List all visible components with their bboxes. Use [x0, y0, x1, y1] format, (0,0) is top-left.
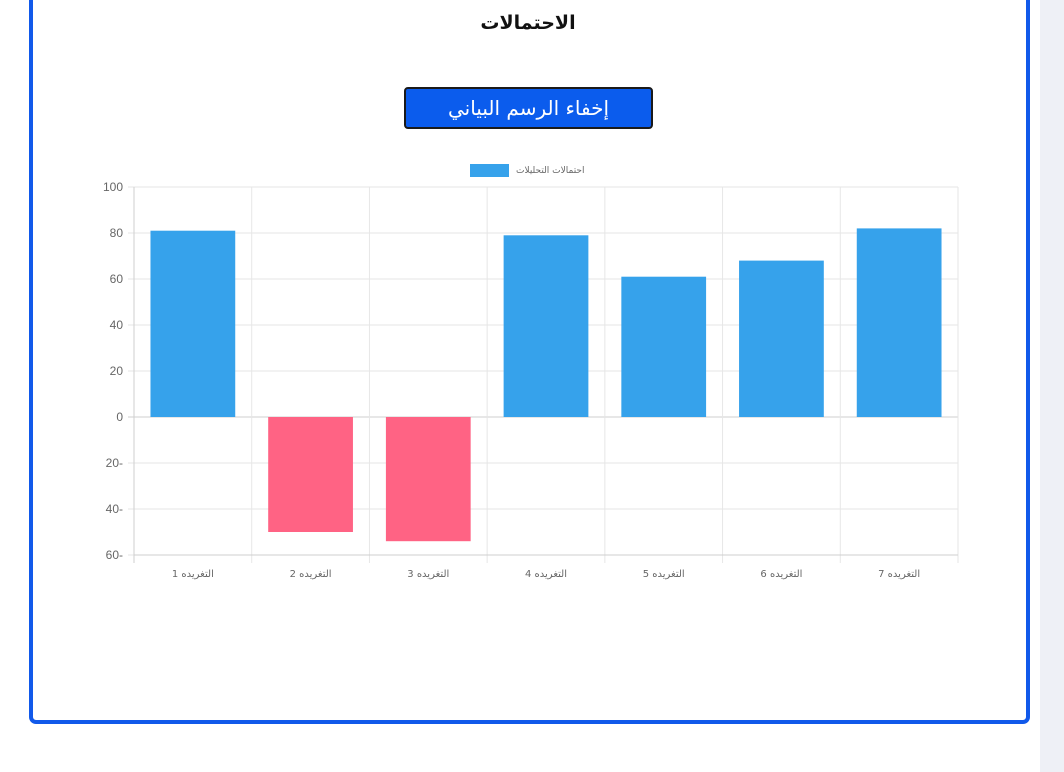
bar-6	[739, 260, 824, 417]
chart-bars	[150, 228, 942, 542]
y-tick-label: 40	[110, 318, 124, 332]
x-tick-label: التغريده 4	[525, 569, 567, 580]
legend-label: احتمالات التحليلات	[516, 166, 585, 176]
y-tick-label: 60-	[106, 548, 123, 562]
y-tick-label: 20-	[106, 456, 123, 470]
y-tick-label: 20	[110, 364, 124, 378]
x-tick-label: التغريده 5	[643, 569, 685, 580]
y-tick-label: 40-	[106, 502, 123, 516]
y-tick-label: 100	[103, 180, 123, 194]
bar-4	[503, 235, 589, 417]
x-tick-label: التغريده 7	[878, 569, 920, 580]
y-tick-label: 80	[110, 226, 124, 240]
y-tick-label: 0	[116, 410, 123, 424]
bar-2	[268, 417, 353, 532]
y-tick-label: 60	[110, 272, 124, 286]
bar-chart: 100 80 60 40 20 0 20- 40- 60- التغريده 1 التغريده …	[103, 164, 959, 580]
x-tick-label: التغريده 1	[172, 569, 214, 580]
x-tick-label: التغريده 2	[290, 569, 332, 580]
chart-legend: احتمالات التحليلات	[470, 164, 585, 177]
bar-7	[856, 228, 942, 417]
x-tick-label: التغريده 3	[407, 569, 449, 580]
x-tick-label: التغريده 6	[760, 569, 802, 580]
bar-1	[150, 230, 236, 417]
legend-swatch	[470, 164, 509, 177]
bar-5	[621, 276, 707, 417]
bar-3	[385, 417, 471, 542]
